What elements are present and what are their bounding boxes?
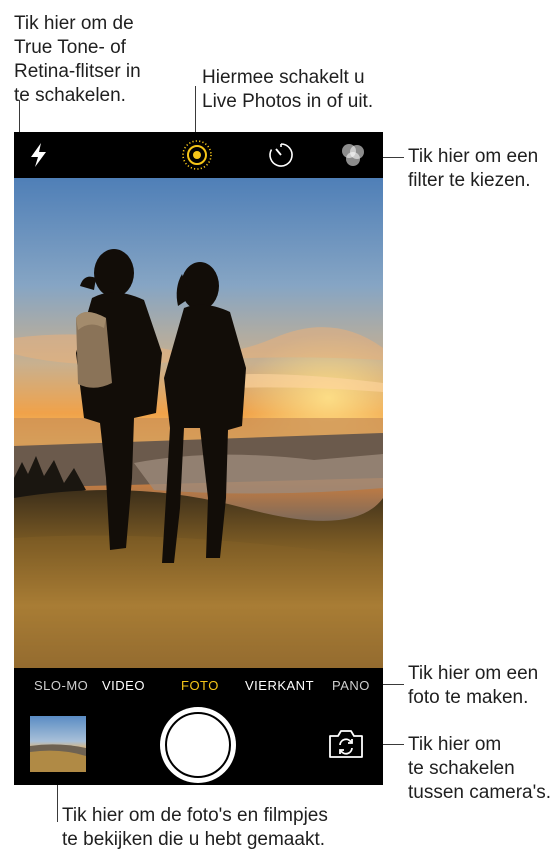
switch-camera-callout: Tik hier om te schakelen tussen camera's…	[408, 734, 552, 803]
mode-video[interactable]: VIDEO	[102, 678, 145, 693]
shutter-callout: Tik hier om een foto te maken.	[408, 663, 539, 708]
timer-icon[interactable]	[264, 138, 298, 172]
mode-pano[interactable]: PANO	[332, 678, 370, 693]
live-leader-line	[195, 86, 196, 138]
switch-camera-icon[interactable]	[326, 728, 366, 760]
filter-callout: Tik hier om een filter te kiezen.	[408, 146, 539, 191]
camera-viewfinder[interactable]	[14, 178, 383, 668]
mode-foto[interactable]: FOTO	[181, 678, 219, 693]
camera-bottom-bar	[14, 704, 383, 785]
flash-callout: Tik hier om de True Tone- of Retina-flit…	[14, 13, 141, 106]
live-photos-callout: Hiermee schakelt u Live Photos in of uit…	[202, 67, 374, 112]
shutter-button[interactable]	[160, 707, 236, 783]
camera-mode-selector[interactable]: SLO-MO VIDEO FOTO VIERKANT PANO	[14, 668, 383, 704]
live-photos-icon[interactable]	[180, 138, 214, 172]
photo-thumbnail[interactable]	[30, 716, 86, 772]
mode-slo-mo[interactable]: SLO-MO	[34, 678, 88, 693]
camera-top-bar	[14, 132, 383, 178]
mode-vierkant[interactable]: VIERKANT	[245, 678, 314, 693]
shutter-button-inner	[165, 712, 231, 778]
thumbnail-callout: Tik hier om de foto's en filmpjes te bek…	[62, 805, 328, 850]
flash-icon[interactable]	[22, 138, 56, 172]
camera-screen: SLO-MO VIDEO FOTO VIERKANT PANO	[14, 132, 383, 785]
filter-icon[interactable]	[336, 138, 370, 172]
